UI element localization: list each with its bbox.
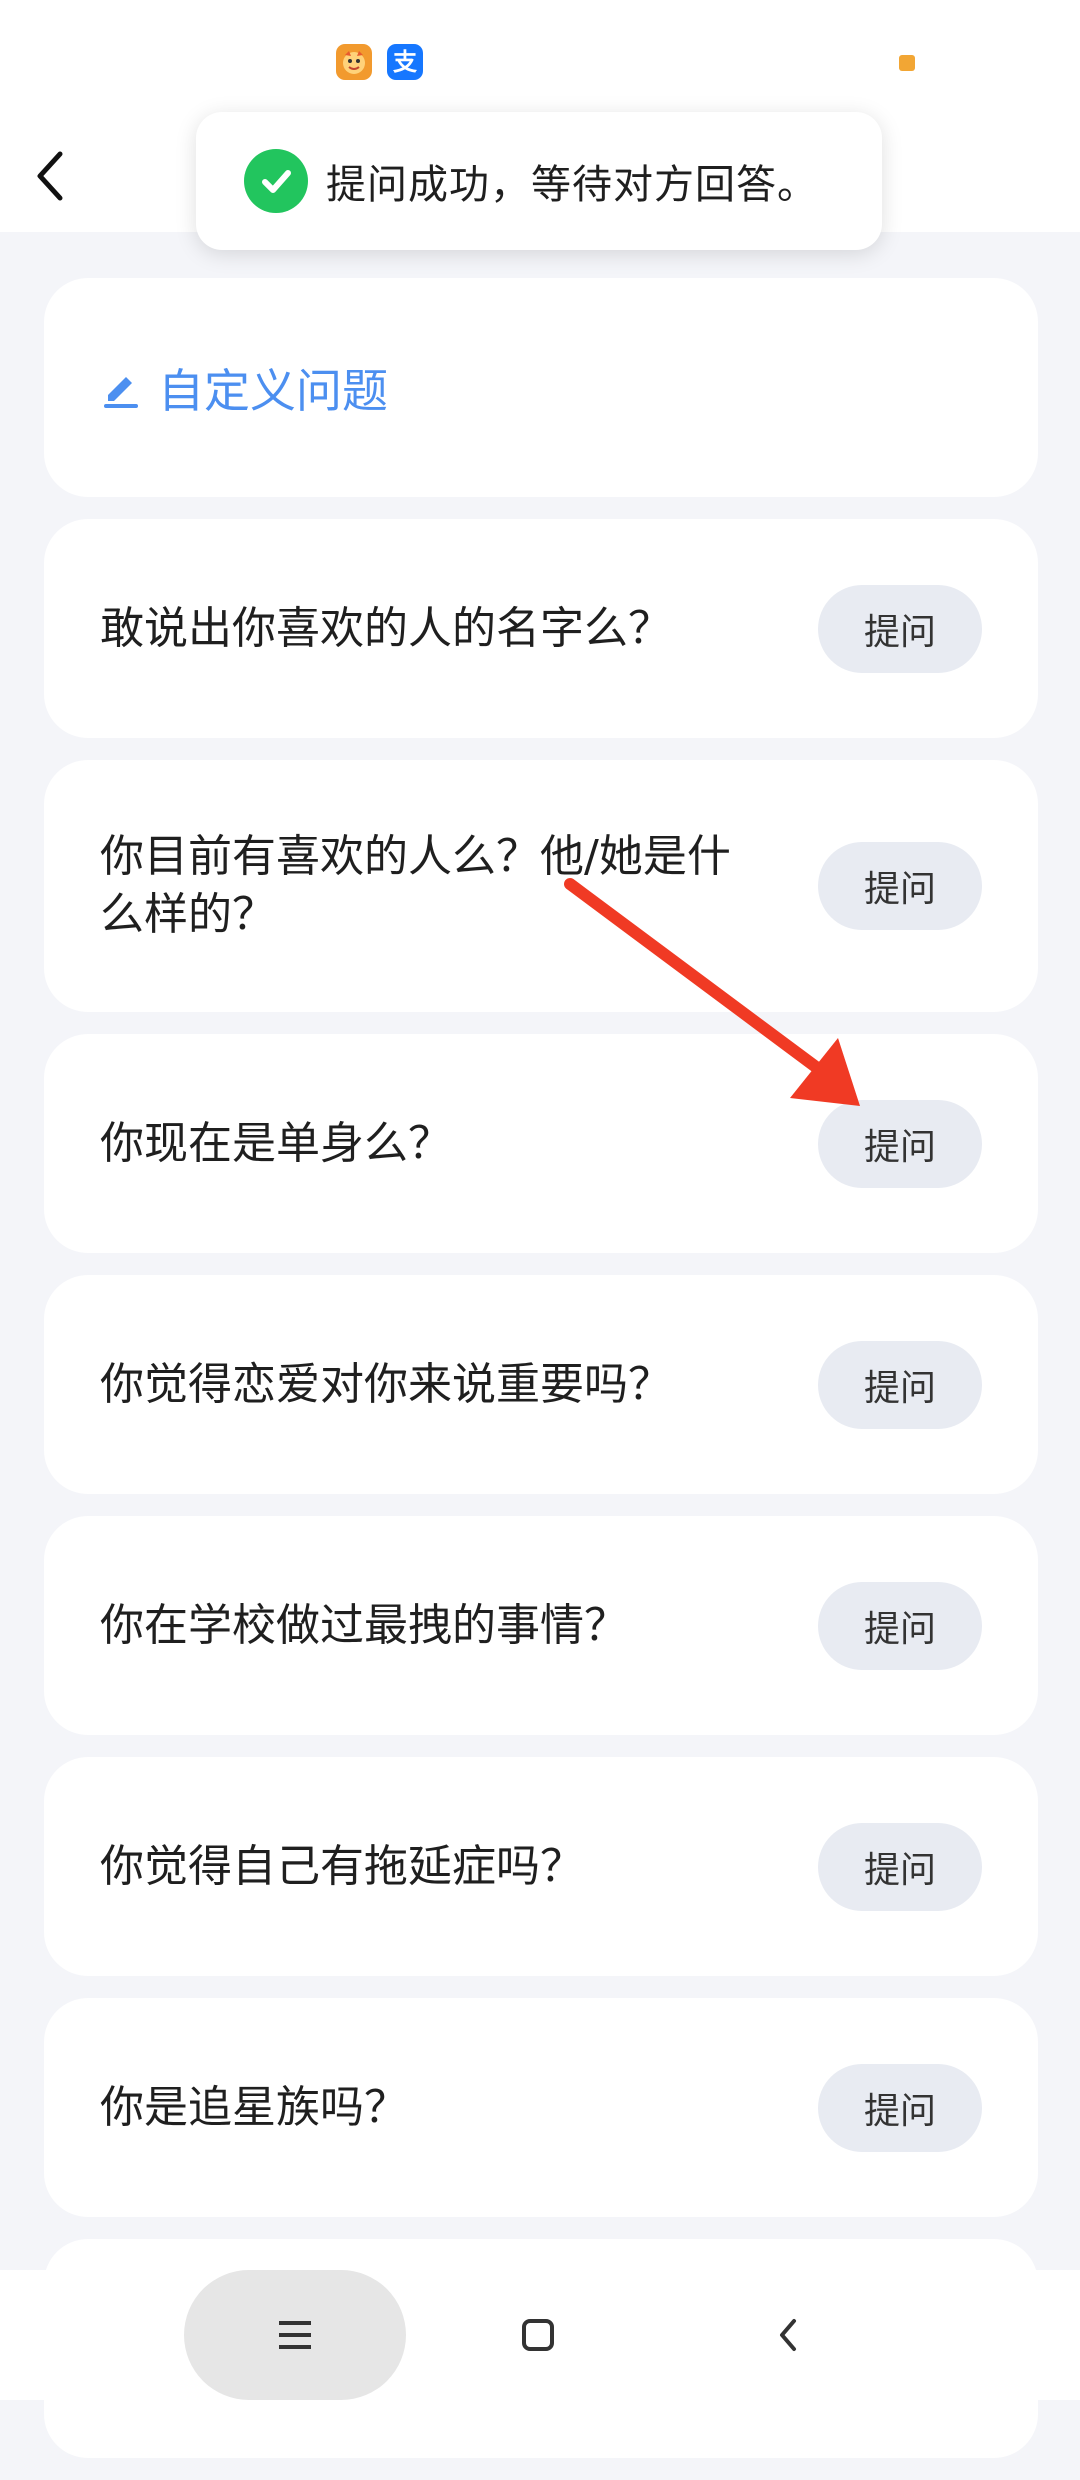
ask-button[interactable]: 提问 <box>818 2063 982 2152</box>
question-card: 你目前有喜欢的人么？他/她是什么样的？ 提问 <box>44 760 1038 1012</box>
system-nav-bar <box>0 2270 1080 2400</box>
question-text: 你现在是单身么？ <box>100 1117 452 1169</box>
alipay-icon: 支 <box>387 44 423 80</box>
question-card: 你觉得自己有拖延症吗？ 提问 <box>44 1757 1038 1976</box>
success-toast: 提问成功，等待对方回答。 <box>196 112 882 250</box>
question-card: 敢说出你喜欢的人的名字么？ 提问 <box>44 519 1038 738</box>
status-bar: 支 <box>0 0 1080 120</box>
back-chevron-icon <box>37 151 63 201</box>
question-text: 你是追星族吗？ <box>100 2081 408 2133</box>
question-card: 你觉得恋爱对你来说重要吗？ 提问 <box>44 1275 1038 1494</box>
ask-button[interactable]: 提问 <box>818 1822 982 1911</box>
question-text: 敢说出你喜欢的人的名字么？ <box>100 602 672 654</box>
ask-button[interactable]: 提问 <box>818 1340 982 1429</box>
nav-menu-button[interactable] <box>184 2270 406 2400</box>
back-button[interactable] <box>14 134 86 218</box>
notification-dot <box>899 55 915 71</box>
question-card: 你在学校做过最拽的事情？ 提问 <box>44 1516 1038 1735</box>
back-icon <box>780 2319 796 2351</box>
question-text: 你在学校做过最拽的事情？ <box>100 1599 628 1651</box>
custom-question-label: 自定义问题 <box>158 363 388 418</box>
ask-button[interactable]: 提问 <box>818 1099 982 1188</box>
question-text: 你觉得恋爱对你来说重要吗？ <box>100 1358 672 1410</box>
ask-button[interactable]: 提问 <box>818 1581 982 1670</box>
nav-home-button[interactable] <box>510 2307 566 2363</box>
nav-back-button[interactable] <box>760 2307 816 2363</box>
custom-question-card[interactable]: 自定义问题 <box>44 278 1038 497</box>
question-text: 你目前有喜欢的人么？他/她是什么样的？ <box>100 831 731 940</box>
home-square-icon <box>522 2319 554 2351</box>
ask-button[interactable]: 提问 <box>818 842 982 930</box>
ask-button[interactable]: 提问 <box>818 584 982 673</box>
question-list: 自定义问题 敢说出你喜欢的人的名字么？ 提问 你目前有喜欢的人么？他/她是什么样… <box>44 278 1038 2480</box>
question-card: 你现在是单身么？ 提问 <box>44 1034 1038 1253</box>
question-text: 你觉得自己有拖延症吗？ <box>100 1840 584 1892</box>
toast-message: 提问成功，等待对方回答。 <box>326 162 818 208</box>
menu-icon <box>279 2321 311 2349</box>
tiger-app-icon <box>336 44 372 80</box>
pencil-icon <box>100 367 142 409</box>
custom-question-button[interactable]: 自定义问题 <box>100 355 388 421</box>
question-card: 你是追星族吗？ 提问 <box>44 1998 1038 2217</box>
check-circle-icon <box>244 149 308 213</box>
